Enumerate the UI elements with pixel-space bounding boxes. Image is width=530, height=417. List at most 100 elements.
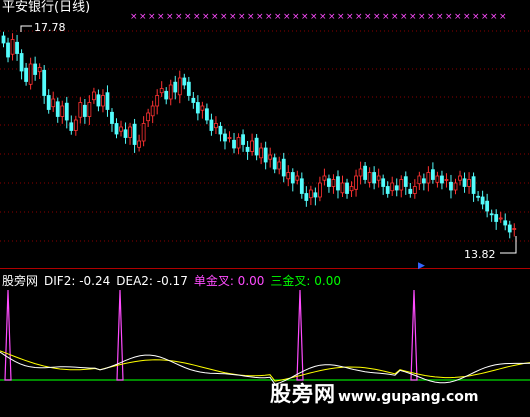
candle-body [358,168,363,177]
signal-marker: × [184,12,192,22]
golden-cross-spike [4,289,12,381]
candle-body [110,111,114,124]
candle-body [259,147,264,159]
price-panel[interactable]: ▶× × × × × × × × × × × × × × × × × × × × × × × × × × × × × × × × × × × × × × ×… [0,0,530,270]
candle-body [426,172,431,184]
indicator-name: 股旁网 [2,274,39,288]
dea2-value: DEA2: -0.17 [116,274,188,288]
signal-marker: × [175,12,183,22]
signal-marker: × [445,12,453,22]
candle-body [42,69,47,96]
golden-cross-spike [116,289,124,381]
candle-body [92,91,96,101]
candle-body [317,182,322,198]
candle-body [304,193,309,201]
candle-body [372,172,377,184]
scroll-arrow-icon: ▶ [418,261,425,270]
signal-marker: × [382,12,390,22]
single-cross-value: 单金叉: 0.00 [193,274,265,288]
candle-body [241,134,245,145]
signal-marker: × [301,12,309,22]
candle-body [440,175,444,184]
signal-marker: × [436,12,444,22]
candle-body [313,192,318,198]
candle-body [485,200,490,212]
candle-body [430,169,435,180]
candle-body [227,137,232,139]
dea2-line [0,350,530,382]
candle-body [173,81,178,93]
candle-body [435,175,440,183]
candle-body [299,178,304,194]
candle-body [137,140,142,148]
candle-body [458,175,462,181]
candle-body [480,196,485,205]
low-pointer [500,236,517,254]
candle-body [336,176,340,191]
signal-marker: × [499,12,507,22]
candle-body [498,217,503,220]
chart-title: 平安银行(日线) [2,0,91,15]
candle-body [141,123,146,142]
candle-body [195,102,200,114]
signal-marker: × [202,12,210,22]
signal-marker: × [130,12,138,22]
candle-body [19,53,24,72]
candle-body [146,112,151,122]
candle-body [467,179,471,187]
candle-body [55,101,60,117]
candle-body [245,146,250,152]
candle-body [69,122,74,131]
candle-body [462,178,467,187]
candle-body [363,165,368,180]
watermark-url: www.gupang.com [338,389,479,405]
signal-marker: × [328,12,336,22]
signal-marker: × [418,12,426,22]
candle-body [408,188,413,194]
golden-cross-spike [296,289,304,381]
candle-body [78,102,83,118]
signal-marker: × [139,12,147,22]
candle-body [10,39,15,55]
candle-body [277,161,282,170]
candle-body [494,214,499,222]
candle-body [286,172,291,180]
candle-body [263,147,268,163]
candle-body [82,104,87,117]
candle-body [87,102,92,117]
candle-body [417,175,422,185]
candle-body [308,189,313,199]
signal-marker: × [427,12,435,22]
golden-cross-spike [410,289,418,381]
candle-body [349,186,354,192]
candle-body [331,179,336,187]
candle-body [209,119,214,131]
candle-body [444,179,449,181]
candle-body [290,172,295,184]
watermark: 股旁网 www.gupang.com [270,378,479,408]
triple-cross-value: 三金叉: 0.00 [270,274,341,288]
candle-body [64,102,69,121]
signal-marker: × [265,12,273,22]
signal-marker: × [355,12,363,22]
signal-marker: × [319,12,327,22]
candle-body [340,182,345,194]
candle-body [385,186,390,194]
candle-body [507,224,512,233]
candle-body [186,81,191,96]
signal-marker: × [454,12,462,22]
candle-body [164,90,169,100]
candle-body [114,123,119,135]
candle-body [214,123,218,129]
signal-marker: × [409,12,417,22]
signal-marker: × [481,12,489,22]
stock-chart-window: ▶ × × × × × × × × × × × × × × × × × × × × × × × × × × × × × × × × × × × × × × ×… [0,0,530,417]
signal-marker: × [337,12,345,22]
signal-marker: × [346,12,354,22]
candle-body [119,126,123,132]
signal-marker: × [364,12,372,22]
candle-body [399,179,404,191]
candle-body [322,175,327,181]
signal-marker: × [211,12,219,22]
candle-body [403,176,408,187]
